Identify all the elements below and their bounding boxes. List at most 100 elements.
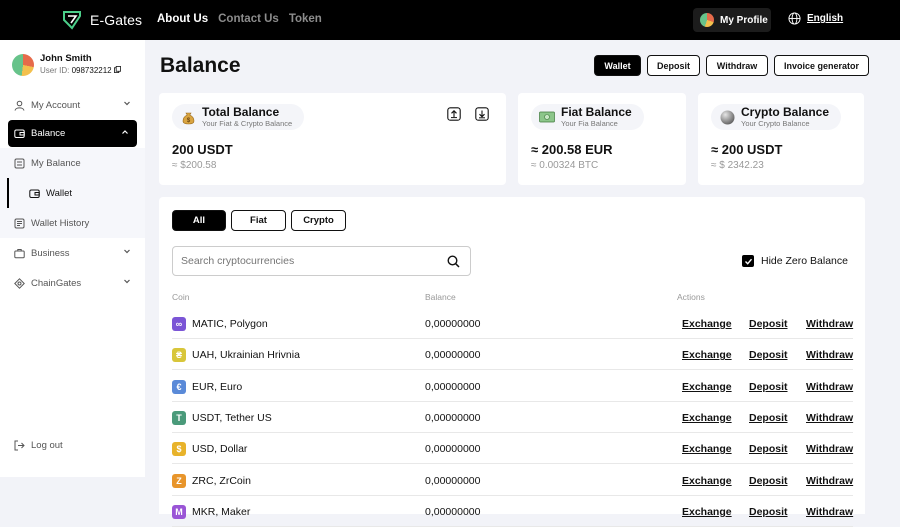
- tab-all[interactable]: All: [172, 210, 226, 231]
- language-selector[interactable]: English: [788, 12, 843, 25]
- coin-balance: 0,00000000: [425, 443, 481, 456]
- total-balance-card: $ Total Balance Your Fiat & Crypto Balan…: [159, 93, 506, 185]
- coin-name: EUR, Euro: [192, 380, 243, 393]
- deposit-link[interactable]: Deposit: [749, 318, 788, 330]
- fiat-balance-value: ≈ 200.58 EUR: [531, 142, 613, 157]
- exchange-link[interactable]: Exchange: [682, 506, 732, 518]
- deposit-link[interactable]: Deposit: [749, 475, 788, 487]
- sidebar-item-my-account[interactable]: My Account: [0, 90, 145, 120]
- table-row: Z ZRC, ZrCoin 0,00000000 Exchange Deposit Wit…: [172, 465, 853, 496]
- copy-icon[interactable]: [113, 66, 121, 73]
- deposit-link[interactable]: Deposit: [749, 349, 788, 361]
- withdraw-link[interactable]: Withdraw: [806, 443, 853, 455]
- crypto-balance-value: ≈ 200 USDT: [711, 142, 783, 157]
- top-bar: E-Gates About Us Contact Us Token My Pro…: [0, 0, 900, 40]
- withdraw-link[interactable]: Withdraw: [806, 412, 853, 424]
- coin-name: USDT, Tether US: [192, 411, 272, 424]
- sidebar-item-my-balance[interactable]: My Balance: [0, 148, 145, 178]
- card-header: $ Total Balance Your Fiat & Crypto Balan…: [172, 104, 305, 130]
- chaingates-icon: [14, 277, 25, 289]
- deposit-button[interactable]: Deposit: [647, 55, 700, 76]
- history-icon: [14, 218, 25, 229]
- egates-logo-icon: [63, 11, 81, 30]
- coin-icon: Z: [172, 473, 186, 488]
- withdraw-link[interactable]: Withdraw: [806, 381, 853, 393]
- checkmark-icon: [744, 258, 752, 265]
- coin-balance: 0,00000000: [425, 474, 481, 487]
- search-input[interactable]: [172, 246, 471, 276]
- deposit-link[interactable]: Deposit: [749, 443, 788, 455]
- sidebar-item-balance[interactable]: Balance: [8, 120, 137, 147]
- exchange-link[interactable]: Exchange: [682, 318, 732, 330]
- deposit-link[interactable]: Deposit: [749, 381, 788, 393]
- search-icon[interactable]: [447, 255, 460, 268]
- filter-tabs: All Fiat Crypto: [172, 210, 346, 231]
- wallet-icon: [29, 188, 40, 199]
- sidebar-item-label: Business: [31, 247, 70, 259]
- nav-token[interactable]: Token: [289, 13, 322, 25]
- download-icon[interactable]: [475, 107, 489, 121]
- exchange-link[interactable]: Exchange: [682, 443, 732, 455]
- hide-zero-balance-toggle[interactable]: Hide Zero Balance: [742, 255, 848, 267]
- withdraw-link[interactable]: Withdraw: [806, 349, 853, 361]
- hide-zero-checkbox[interactable]: [742, 255, 754, 267]
- tab-crypto[interactable]: Crypto: [291, 210, 346, 231]
- deposit-link[interactable]: Deposit: [749, 506, 788, 518]
- upload-icon[interactable]: [447, 107, 461, 121]
- user-id-value: 098732212: [71, 66, 112, 75]
- coin-balance: 0,00000000: [425, 349, 481, 362]
- coin-balance: 0,00000000: [425, 318, 481, 330]
- sidebar-item-label: Balance: [31, 128, 66, 139]
- sidebar-item-wallet[interactable]: Wallet: [7, 178, 145, 208]
- tab-fiat[interactable]: Fiat: [231, 210, 286, 231]
- sidebar-item-label: Wallet: [46, 187, 73, 199]
- chevron-up-icon: [122, 130, 128, 134]
- logout-label: Log out: [31, 440, 63, 451]
- user-icon: [14, 100, 25, 111]
- coin-icon: ∞: [172, 317, 186, 331]
- coin-icon: [719, 109, 735, 125]
- coin-name: UAH, Ukrainian Hrivnia: [192, 349, 300, 362]
- coin-name: MATIC, Polygon: [192, 318, 268, 330]
- invoice-generator-button[interactable]: Invoice generator: [774, 55, 869, 76]
- table-row: $ USD, Dollar 0,00000000 Exchange Deposit Wit…: [172, 433, 853, 465]
- deposit-link[interactable]: Deposit: [749, 412, 788, 424]
- wallet-button[interactable]: Wallet: [594, 55, 641, 76]
- fiat-balance-btc: ≈ 0.00324 BTC: [531, 160, 599, 171]
- withdraw-link[interactable]: Withdraw: [806, 475, 853, 487]
- card-title: Total Balance: [202, 105, 280, 119]
- banknote-icon: [539, 109, 555, 125]
- withdraw-button[interactable]: Withdraw: [706, 55, 768, 76]
- table-row: M MKR, Maker 0,00000000 Exchange Deposit With…: [172, 496, 853, 527]
- sidebar-item-label: Wallet History: [31, 217, 90, 229]
- card-title: Crypto Balance: [741, 105, 830, 119]
- exchange-link[interactable]: Exchange: [682, 475, 732, 487]
- sidebar-item-wallet-history[interactable]: Wallet History: [0, 208, 145, 238]
- sidebar-bottom-gap: [0, 477, 145, 514]
- sidebar-item-chaingates[interactable]: ChainGates: [0, 268, 145, 298]
- card-title: Fiat Balance: [561, 105, 632, 119]
- coin-balance: 0,00000000: [425, 380, 481, 393]
- exchange-link[interactable]: Exchange: [682, 412, 732, 424]
- exchange-link[interactable]: Exchange: [682, 381, 732, 393]
- table-row: € EUR, Euro 0,00000000 Exchange Deposit Withd…: [172, 371, 853, 402]
- logout-button[interactable]: Log out: [14, 440, 63, 451]
- withdraw-link[interactable]: Withdraw: [806, 318, 853, 330]
- total-balance-usd: ≈ $200.58: [172, 160, 217, 171]
- sidebar-item-business[interactable]: Business: [0, 238, 145, 268]
- profile-avatar: [700, 13, 714, 27]
- globe-icon: [788, 12, 801, 25]
- logo[interactable]: E-Gates: [62, 10, 142, 30]
- balance-submenu: My Balance Wallet Wallet History: [0, 148, 145, 238]
- nav-about-us[interactable]: About Us: [157, 13, 208, 25]
- my-profile-button[interactable]: My Profile: [693, 8, 771, 32]
- user-name: John Smith: [40, 53, 92, 64]
- withdraw-link[interactable]: Withdraw: [806, 506, 853, 518]
- exchange-link[interactable]: Exchange: [682, 349, 732, 361]
- wallet-icon: [14, 128, 25, 139]
- nav-contact-us[interactable]: Contact Us: [218, 13, 279, 25]
- coin-name: USD, Dollar: [192, 443, 248, 456]
- sidebar-item-label: ChainGates: [31, 277, 82, 289]
- chevron-down-icon: [124, 101, 130, 106]
- total-balance-value: 200 USDT: [172, 142, 233, 157]
